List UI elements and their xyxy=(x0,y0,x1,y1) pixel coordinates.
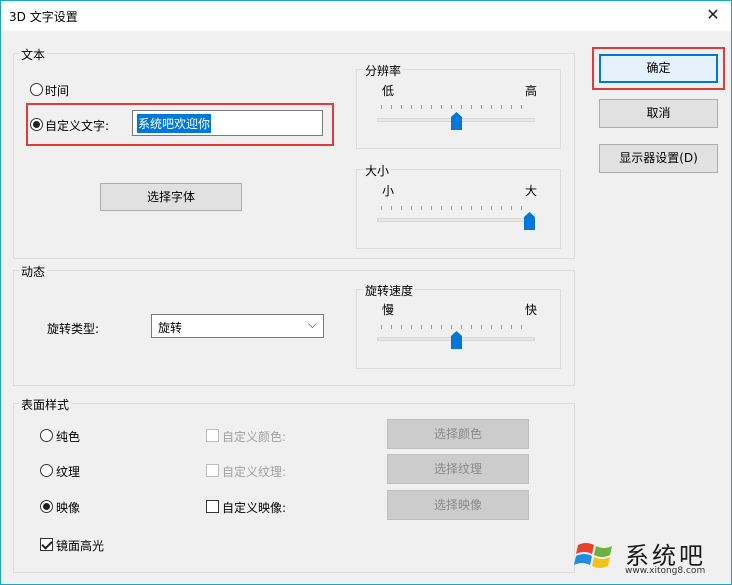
texture-label: 纹理 xyxy=(56,465,81,479)
window-title: 3D 文字设置 xyxy=(9,10,78,24)
rotation-speed-label: 旋转速度 xyxy=(363,282,416,299)
rotation-type-value: 旋转 xyxy=(158,321,183,335)
size-small-label: 小 xyxy=(382,184,395,198)
specular-label: 镜面高光 xyxy=(56,539,105,553)
watermark-url: www.xitong8.com xyxy=(625,566,706,576)
resolution-slider-thumb[interactable] xyxy=(450,112,462,130)
motion-group-label: 动态 xyxy=(19,263,48,280)
custom-text-radio[interactable] xyxy=(30,118,43,131)
custom-texture-label: 自定义纹理: xyxy=(222,465,287,479)
size-slider-thumb[interactable] xyxy=(524,212,535,230)
custom-text-label: 自定义文字: xyxy=(45,119,110,133)
dialog-window: 3D 文字设置 ✕ 文本 时间 自定义文字: 系统吧欢迎你 选择字体 分辨率 低… xyxy=(0,0,732,585)
text-group-label: 文本 xyxy=(19,46,48,63)
choose-reflection-button[interactable]: 选择映像 xyxy=(387,490,529,520)
time-label: 时间 xyxy=(45,84,70,98)
choose-color-button[interactable]: 选择颜色 xyxy=(387,419,529,449)
custom-color-checkbox[interactable] xyxy=(206,429,219,442)
surface-group-label: 表面样式 xyxy=(19,396,72,413)
choose-font-button[interactable]: 选择字体 xyxy=(100,183,242,211)
rotation-speed-slider-thumb[interactable] xyxy=(450,331,462,349)
resolution-high-label: 高 xyxy=(525,84,538,98)
size-label: 大小 xyxy=(363,162,392,179)
resolution-group xyxy=(356,69,561,149)
display-settings-button[interactable]: 显示器设置(D) xyxy=(599,144,718,173)
windows-logo-icon xyxy=(574,543,612,568)
custom-text-input[interactable]: 系统吧欢迎你 xyxy=(132,110,323,136)
resolution-label: 分辨率 xyxy=(363,62,404,79)
size-large-label: 大 xyxy=(525,184,538,198)
resolution-ticks xyxy=(381,105,531,109)
custom-texture-checkbox[interactable] xyxy=(206,464,219,477)
solid-radio[interactable] xyxy=(40,429,53,442)
rotation-speed-ticks xyxy=(381,325,531,329)
rotation-type-label: 旋转类型: xyxy=(47,322,100,336)
rotation-speed-slow-label: 慢 xyxy=(382,303,395,317)
specular-checkbox[interactable] xyxy=(40,538,53,551)
choose-texture-button[interactable]: 选择纹理 xyxy=(387,454,529,484)
rotation-speed-fast-label: 快 xyxy=(525,303,538,317)
time-radio[interactable] xyxy=(30,83,43,96)
custom-reflection-label: 自定义映像: xyxy=(222,501,287,515)
size-track xyxy=(377,218,535,222)
ok-button[interactable]: 确定 xyxy=(599,54,718,83)
rotation-type-select[interactable]: 旋转 ⌵ xyxy=(151,314,324,338)
resolution-low-label: 低 xyxy=(382,84,395,98)
reflection-label: 映像 xyxy=(56,501,81,515)
close-icon[interactable]: ✕ xyxy=(703,5,723,25)
cancel-button[interactable]: 取消 xyxy=(599,99,718,128)
custom-text-value: 系统吧欢迎你 xyxy=(137,114,212,133)
title-bar: 3D 文字设置 ✕ xyxy=(1,1,731,31)
texture-radio[interactable] xyxy=(40,464,53,477)
custom-color-label: 自定义颜色: xyxy=(222,430,287,444)
custom-reflection-checkbox[interactable] xyxy=(206,500,219,513)
chevron-down-icon: ⌵ xyxy=(307,317,317,331)
reflection-radio[interactable] xyxy=(40,500,53,513)
solid-label: 纯色 xyxy=(56,430,81,444)
size-ticks xyxy=(381,206,531,210)
